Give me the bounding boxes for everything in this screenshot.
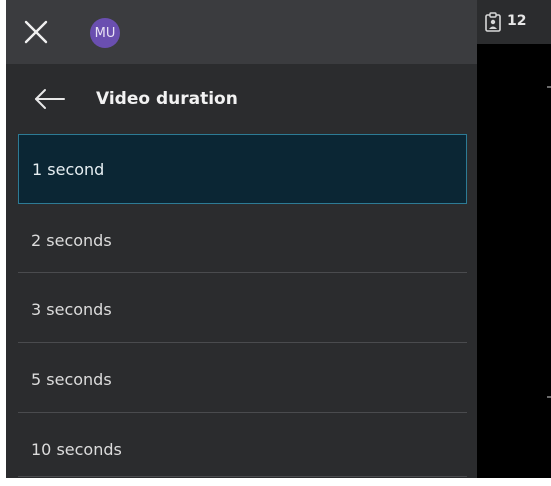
clipboard-person-icon[interactable] [484, 12, 502, 32]
close-icon [24, 20, 48, 44]
right-topbar: 12 [477, 0, 551, 44]
settings-panel: MU Video duration 1 second 2 seconds 3 s… [6, 0, 477, 478]
option-3-seconds[interactable]: 3 seconds [18, 274, 467, 344]
option-label: 1 second [32, 159, 105, 179]
panel-topbar: MU [6, 0, 477, 64]
page-title: Video duration [96, 89, 238, 109]
option-5-seconds[interactable]: 5 seconds [18, 344, 467, 414]
avatar[interactable]: MU [90, 18, 120, 48]
option-2-seconds[interactable]: 2 seconds [18, 205, 467, 275]
option-label: 3 seconds [31, 299, 112, 319]
tick-mark [547, 86, 551, 88]
close-button[interactable] [22, 18, 50, 46]
option-1-second[interactable]: 1 second [18, 134, 467, 204]
arrow-left-icon [35, 89, 65, 109]
divider [18, 342, 467, 343]
option-label: 5 seconds [31, 369, 112, 389]
right-content: 12 [477, 0, 551, 478]
window-edge [0, 478, 551, 486]
tick-mark [547, 396, 551, 398]
divider [18, 476, 467, 477]
divider [18, 272, 467, 273]
avatar-initials: MU [94, 25, 116, 41]
item-count: 12 [507, 13, 527, 29]
window-edge [0, 0, 6, 486]
option-10-seconds[interactable]: 10 seconds [18, 414, 467, 484]
option-label: 10 seconds [31, 439, 122, 459]
option-label: 2 seconds [31, 230, 112, 250]
submenu-header: Video duration [6, 64, 477, 134]
back-button[interactable] [32, 86, 66, 112]
divider [18, 412, 467, 413]
